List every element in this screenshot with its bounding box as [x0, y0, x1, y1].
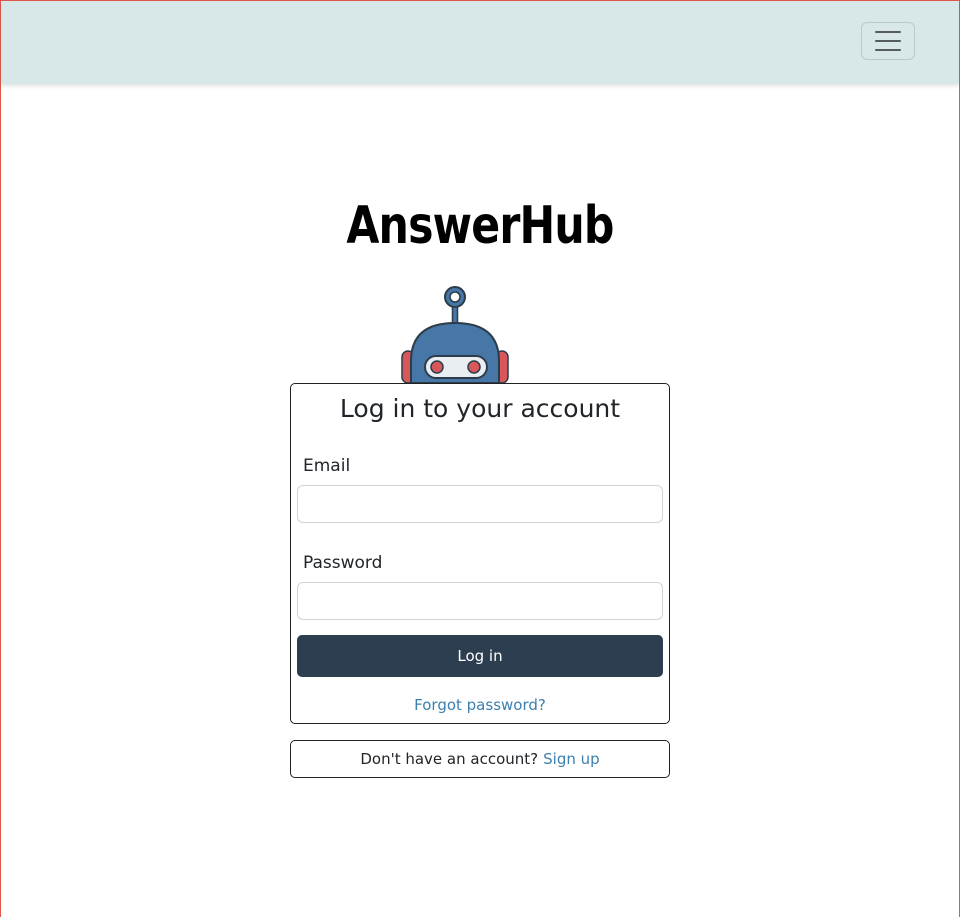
email-field[interactable]: [297, 485, 663, 523]
brand-title: AnswerHub: [346, 196, 614, 256]
password-field[interactable]: [297, 582, 663, 620]
signup-card: Don't have an account? Sign up: [290, 740, 670, 778]
signup-link[interactable]: Sign up: [543, 750, 600, 768]
robot-mascot-icon: [401, 286, 509, 384]
login-card: Log in to your account Email Password Lo…: [290, 383, 670, 724]
menu-bar: [875, 31, 901, 33]
signup-prompt: Don't have an account?: [360, 750, 539, 768]
login-button[interactable]: Log in: [297, 635, 663, 677]
email-label: Email: [303, 456, 351, 476]
hamburger-menu-icon[interactable]: [861, 22, 915, 60]
forgot-password-link[interactable]: Forgot password?: [291, 696, 669, 714]
menu-bar: [875, 49, 901, 51]
login-title: Log in to your account: [339, 394, 621, 423]
menu-bar: [875, 40, 901, 42]
navbar: [1, 1, 959, 84]
password-label: Password: [303, 553, 383, 573]
